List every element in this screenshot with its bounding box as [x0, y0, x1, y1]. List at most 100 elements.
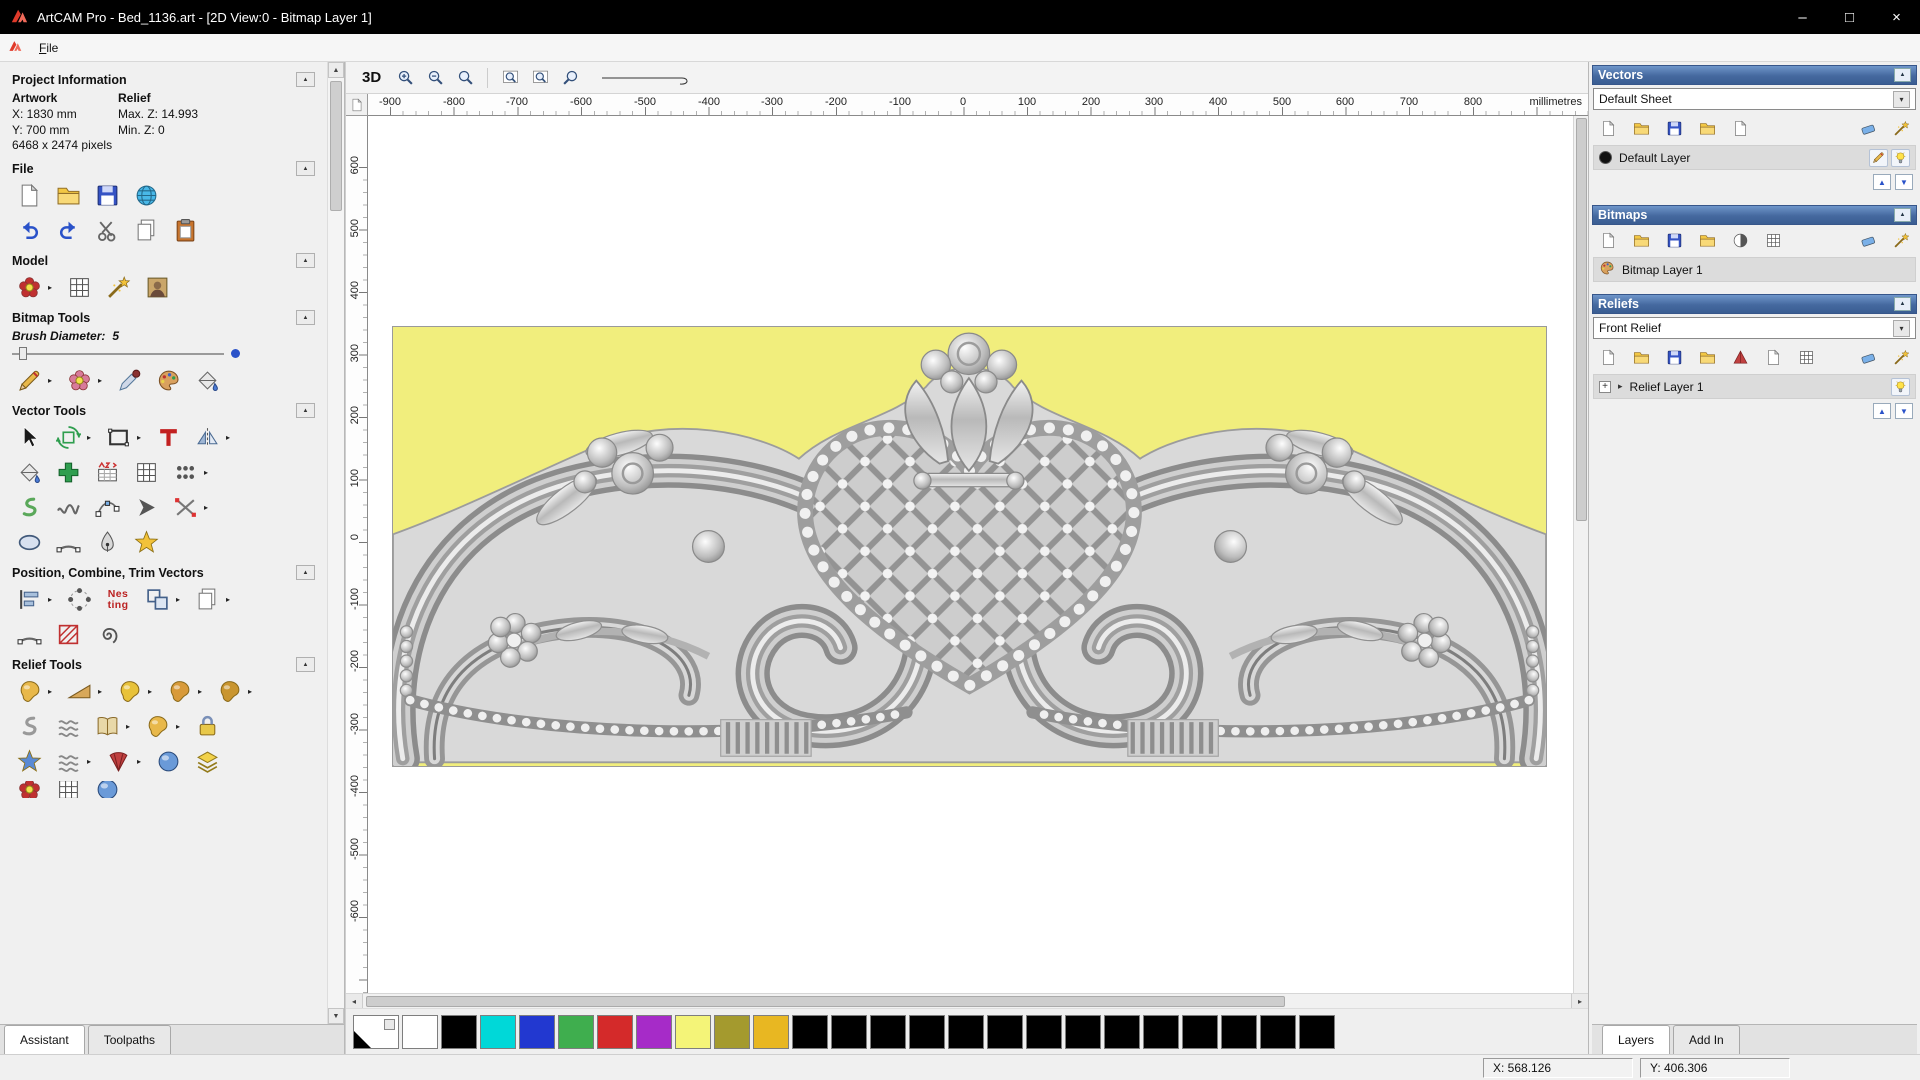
colour-swatch[interactable] — [1260, 1014, 1296, 1049]
cut-icon[interactable] — [90, 215, 124, 246]
paste-icon[interactable] — [168, 215, 202, 246]
scroll-right-icon[interactable]: ▸ — [1571, 994, 1588, 1008]
extrude-relief-icon[interactable] — [212, 676, 246, 707]
undo-icon[interactable] — [12, 215, 46, 246]
paste-in-grid-icon[interactable] — [129, 457, 163, 488]
collapse-section-button[interactable]: ▲ — [1894, 297, 1911, 311]
flood-fill-icon[interactable] — [190, 365, 224, 396]
flyout-arrow[interactable]: ▸ — [126, 722, 135, 731]
colour-swatch[interactable] — [1065, 1014, 1101, 1049]
colour-swatch[interactable] — [402, 1014, 438, 1049]
paint-selective-icon[interactable] — [62, 365, 96, 396]
colour-swatch[interactable] — [519, 1014, 555, 1049]
scroll-left-icon[interactable]: ◂ — [346, 994, 363, 1008]
colour-swatch[interactable] — [987, 1014, 1023, 1049]
tab-add-in[interactable]: Add In — [1673, 1025, 1740, 1054]
import-relief-icon[interactable] — [1692, 344, 1722, 370]
star-relief-icon[interactable] — [12, 746, 46, 777]
open-bitmap-layer-icon[interactable] — [1626, 227, 1656, 253]
set-model-size-icon[interactable] — [12, 272, 46, 303]
colour-swatch[interactable] — [675, 1014, 711, 1049]
offset-relief-icon[interactable] — [190, 746, 224, 777]
turn-relief-icon[interactable] — [162, 676, 196, 707]
colour-swatch[interactable] — [597, 1014, 633, 1049]
flyout-arrow[interactable]: ▸ — [204, 468, 213, 477]
relief-artwork-canvas[interactable] — [392, 326, 1547, 767]
dropdown-arrow-icon[interactable]: ▾ — [1893, 90, 1910, 108]
export-vectors-icon[interactable] — [1725, 115, 1755, 141]
export-relief-icon[interactable] — [1758, 344, 1788, 370]
scroll-up-icon[interactable]: ▲ — [328, 62, 344, 78]
flyout-arrow[interactable]: ▸ — [87, 757, 96, 766]
add-relief-icon[interactable] — [140, 711, 174, 742]
colour-swatch[interactable] — [1143, 1014, 1179, 1049]
new-relief-layer-icon[interactable] — [1593, 344, 1623, 370]
layer-visibility-icon[interactable] — [1891, 377, 1910, 396]
scrollbar-thumb[interactable] — [366, 995, 1286, 1007]
flyout-arrow[interactable]: ▸ — [98, 687, 107, 696]
flyout-arrow[interactable]: ▸ — [48, 283, 57, 292]
trim-vectors-icon[interactable] — [168, 492, 202, 523]
colour-swatch[interactable] — [558, 1014, 594, 1049]
zoom-selection-icon[interactable] — [556, 65, 584, 91]
colour-swatch[interactable] — [753, 1014, 789, 1049]
load-image-icon[interactable] — [140, 272, 174, 303]
model-notes-icon[interactable] — [101, 272, 135, 303]
freehand-curve-icon[interactable] — [51, 492, 85, 523]
tab-toolpaths[interactable]: Toolpaths — [87, 1025, 172, 1054]
align-vectors-icon[interactable] — [12, 584, 46, 615]
relief-layer-row[interactable]: + ▸ Relief Layer 1 — [1593, 374, 1916, 399]
canvas-area[interactable] — [368, 116, 1573, 993]
flyout-arrow[interactable]: ▸ — [48, 595, 57, 604]
collapse-section-button[interactable]: ▲ — [1894, 208, 1911, 222]
merge-visible-vectors-icon[interactable] — [1886, 115, 1916, 141]
colour-swatch[interactable] — [1299, 1014, 1335, 1049]
relief-set-selector[interactable]: Front Relief ▾ — [1593, 317, 1916, 339]
set-model-origin-icon[interactable] — [62, 272, 96, 303]
move-layer-up-icon[interactable]: ▲ — [1873, 403, 1891, 419]
flyout-arrow[interactable]: ▸ — [198, 687, 207, 696]
maximize-button[interactable]: □ — [1826, 0, 1873, 34]
collapse-section-button[interactable]: ▲ — [296, 403, 315, 419]
import-vectors-icon[interactable] — [1692, 115, 1722, 141]
merge-reliefs-icon[interactable] — [1886, 344, 1916, 370]
delete-vector-layer-icon[interactable] — [1853, 115, 1883, 141]
zoom-in-icon[interactable] — [391, 65, 419, 91]
zoom-previous-icon[interactable] — [451, 65, 479, 91]
mirror-vectors-icon[interactable] — [190, 422, 224, 453]
face-wizard-icon[interactable] — [12, 781, 46, 798]
collapse-section-button[interactable]: ▲ — [1894, 68, 1911, 82]
scroll-down-icon[interactable]: ▼ — [328, 1008, 344, 1024]
import-bitmap-icon[interactable] — [1692, 227, 1722, 253]
open-vector-layer-icon[interactable] — [1626, 115, 1656, 141]
colour-swatch[interactable] — [1221, 1014, 1257, 1049]
circular-copy-icon[interactable] — [62, 584, 96, 615]
join-vectors-icon[interactable] — [12, 619, 46, 650]
vector-layer-row[interactable]: Default Layer — [1593, 145, 1916, 170]
edit-layer-icon[interactable] — [1869, 148, 1888, 167]
relief-library-icon[interactable] — [90, 711, 124, 742]
flyout-arrow[interactable]: ▸ — [48, 687, 57, 696]
flyout-arrow[interactable]: ▸ — [98, 376, 107, 385]
relief-3d-preview-icon[interactable] — [1725, 344, 1755, 370]
create-polyline-icon[interactable] — [12, 492, 46, 523]
transform-vectors-icon[interactable] — [51, 422, 85, 453]
new-bitmap-layer-icon[interactable] — [1593, 227, 1623, 253]
save-vector-layer-icon[interactable] — [1659, 115, 1689, 141]
flyout-arrow[interactable]: ▸ — [137, 433, 146, 442]
colour-swatch[interactable] — [909, 1014, 945, 1049]
layer-colour-icon[interactable] — [1599, 151, 1612, 164]
colour-swatch[interactable] — [480, 1014, 516, 1049]
horizontal-scrollbar[interactable]: ◂ ▸ — [346, 993, 1588, 1008]
relief-grid-icon[interactable] — [1791, 344, 1821, 370]
weave-wizard-icon[interactable] — [51, 711, 85, 742]
brush-diameter-slider[interactable] — [12, 346, 240, 361]
app-menu-icon[interactable] — [8, 39, 22, 56]
zoom-fit-icon[interactable] — [496, 65, 524, 91]
redo-icon[interactable] — [51, 215, 85, 246]
colour-swatch[interactable] — [1104, 1014, 1140, 1049]
menu-file[interactable]: File — [30, 38, 67, 58]
move-layer-down-icon[interactable]: ▼ — [1895, 403, 1913, 419]
colour-swatch[interactable] — [441, 1014, 477, 1049]
assistant-scrollbar[interactable]: ▲ ▼ — [327, 62, 344, 1024]
